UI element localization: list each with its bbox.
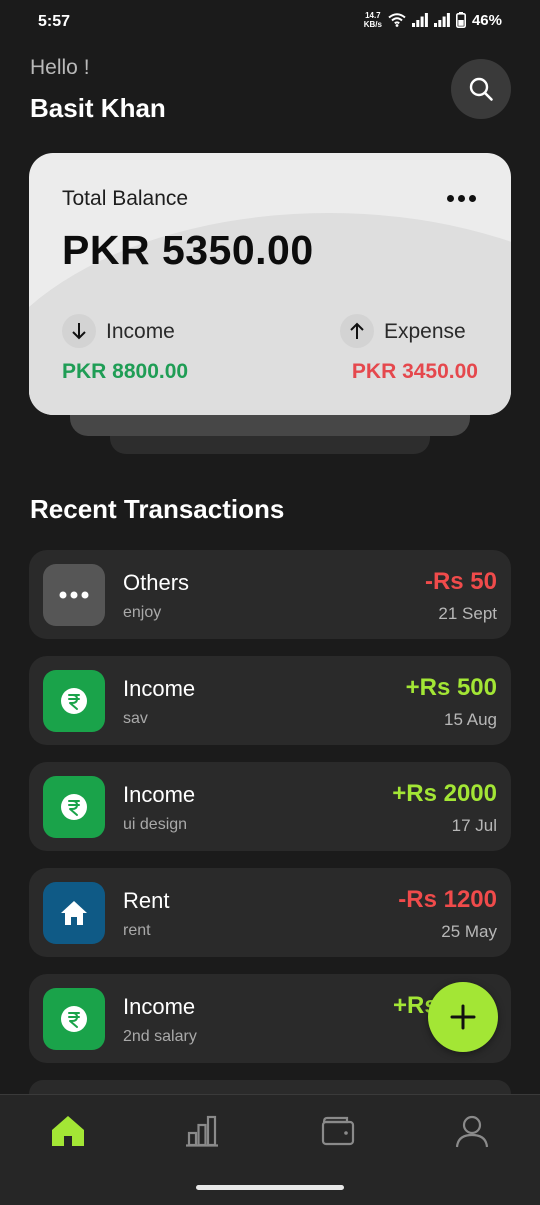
network-speed: 14.7 KB/s: [364, 11, 382, 29]
status-time: 5:57: [38, 13, 71, 30]
more-options-button[interactable]: [447, 191, 477, 205]
wifi-icon: [388, 13, 406, 27]
battery-percentage: 46%: [471, 11, 502, 29]
transaction-item[interactable]: Income sav +Rs 500 15 Aug: [29, 656, 511, 745]
greeting: Hello !: [30, 56, 90, 79]
battery-icon: [455, 12, 466, 28]
transaction-date: 25 May: [441, 922, 497, 941]
income-label: Income: [106, 320, 175, 343]
transaction-item[interactable]: Others enjoy -Rs 50 21 Sept: [29, 550, 511, 639]
expense-icon-badge: [340, 314, 374, 348]
nav-profile[interactable]: [452, 1111, 492, 1151]
transaction-icon-badge: [43, 670, 105, 732]
rupee-icon: [61, 794, 87, 820]
transaction-note: ui design: [123, 816, 188, 833]
transaction-note: 2nd salary: [123, 1028, 197, 1045]
transaction-title: Income: [123, 994, 196, 1019]
wallet-icon: [321, 1116, 355, 1146]
transaction-amount: -Rs 1200: [398, 886, 497, 913]
balance-card[interactable]: Total Balance PKR 5350.00 Income PKR 880…: [29, 153, 511, 415]
transaction-title: Others: [123, 570, 190, 595]
transaction-note: enjoy: [123, 604, 162, 621]
transaction-note: sav: [123, 710, 148, 727]
transaction-note: rent: [123, 922, 151, 939]
expense-value: PKR 3450.00: [351, 360, 478, 383]
status-bar: 5:57 14.7 KB/s 46%: [0, 0, 540, 46]
more-horizontal-icon: [447, 194, 454, 202]
total-balance-amount: PKR 5350.00: [62, 227, 314, 273]
transaction-title: Income: [123, 676, 196, 701]
transaction-item[interactable]: Income ui design +Rs 2000 17 Jul: [29, 762, 511, 851]
transaction-amount: +Rs 2000: [392, 780, 497, 807]
arrow-down-icon: [72, 323, 86, 340]
transaction-date: 17 Jul: [451, 816, 497, 835]
transaction-icon-badge: [43, 988, 105, 1050]
transaction-title: Income: [123, 782, 196, 807]
total-balance-label: Total Balance: [62, 187, 189, 210]
transaction-item-partial[interactable]: [29, 1080, 511, 1094]
nav-home[interactable]: [48, 1111, 88, 1151]
network-speed-unit: KB/s: [363, 20, 382, 29]
search-button[interactable]: [451, 59, 511, 119]
transaction-date: 15 Aug: [444, 710, 497, 729]
recent-transactions-title: Recent Transactions: [30, 494, 285, 524]
rupee-icon: [61, 688, 87, 714]
nav-wallet[interactable]: [318, 1111, 358, 1151]
transaction-icon-badge: [43, 776, 105, 838]
bar-chart-icon: [186, 1115, 218, 1147]
status-icons: 14.7 KB/s 46%: [364, 11, 502, 29]
nav-stats[interactable]: [182, 1111, 222, 1151]
transaction-amount: -Rs 50: [424, 568, 497, 595]
plus-icon: [450, 1004, 476, 1030]
transaction-item[interactable]: Rent rent -Rs 1200 25 May: [29, 868, 511, 957]
user-icon: [455, 1115, 489, 1148]
add-transaction-button[interactable]: [428, 982, 498, 1052]
home-icon: [52, 1116, 84, 1146]
income-value: PKR 8800.00: [62, 360, 189, 383]
search-icon: [469, 77, 493, 101]
transaction-icon-badge: [43, 564, 105, 626]
home-icon: [61, 901, 87, 925]
income-icon-badge: [62, 314, 96, 348]
more-horizontal-icon: [59, 591, 89, 599]
rupee-icon: [61, 1006, 87, 1032]
expense-label: Expense: [384, 320, 466, 343]
signal-icon-2: [433, 13, 450, 27]
home-indicator[interactable]: [196, 1185, 344, 1190]
transaction-amount: +Rs 500: [405, 674, 497, 701]
transaction-title: Rent: [123, 888, 170, 913]
arrow-up-icon: [350, 322, 364, 339]
signal-icon: [411, 13, 428, 27]
user-name: Basit Khan: [30, 93, 166, 123]
transaction-date: 21 Sept: [438, 604, 497, 623]
network-speed-value: 14.7: [365, 11, 381, 20]
transaction-icon-badge: [43, 882, 105, 944]
